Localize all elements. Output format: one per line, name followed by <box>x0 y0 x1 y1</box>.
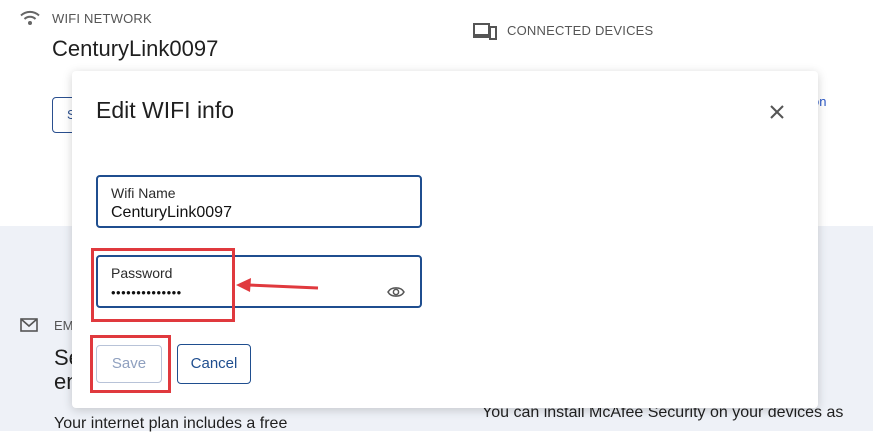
email-section-label: EM <box>54 318 74 333</box>
edit-wifi-dialog: Edit WIFI info Wifi Name CenturyLink0097… <box>72 71 818 408</box>
mail-icon <box>20 318 38 332</box>
wifi-network-name: CenturyLink0097 <box>52 36 219 61</box>
eye-icon[interactable] <box>387 285 405 299</box>
cancel-button[interactable]: Cancel <box>177 344 251 384</box>
wifi-name-input[interactable]: CenturyLink0097 <box>111 204 232 222</box>
dialog-title: Edit WIFI info <box>96 97 235 123</box>
plan-description: Your internet plan includes a free <box>54 415 288 432</box>
close-icon[interactable] <box>765 100 789 124</box>
save-highlight-box <box>90 335 171 393</box>
wifi-icon <box>20 10 40 25</box>
annotation-arrow-icon <box>236 278 319 292</box>
connected-devices-label: CONNECTED DEVICES <box>507 23 654 38</box>
wifi-name-field[interactable]: Wifi Name CenturyLink0097 <box>96 175 422 228</box>
devices-icon <box>473 23 497 40</box>
wifi-name-label: Wifi Name <box>111 185 176 201</box>
wifi-network-label: WIFI NETWORK <box>52 11 152 26</box>
password-highlight-box <box>91 248 235 322</box>
